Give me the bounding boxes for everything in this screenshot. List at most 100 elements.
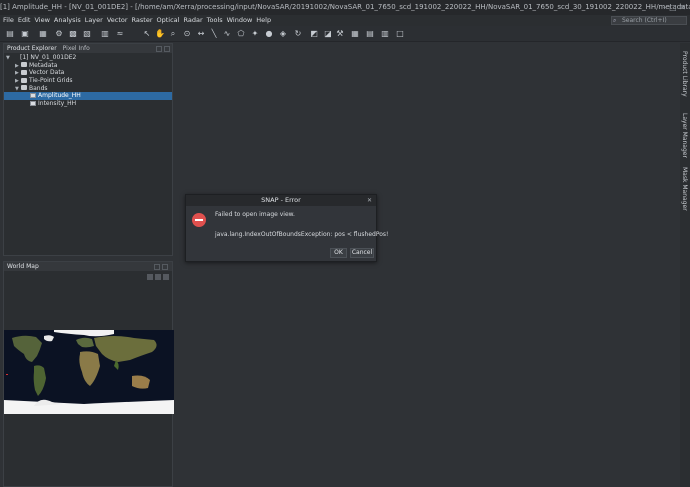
pan-icon[interactable]: ✋ bbox=[155, 29, 165, 39]
folder-icon bbox=[21, 77, 27, 83]
folder-icon bbox=[21, 69, 27, 75]
product-tree: ▼ [1] NV_01_001DE2 ▶ Metadata ▶ Vector Data ▶ T… bbox=[4, 53, 172, 108]
product-icon bbox=[12, 55, 18, 60]
window-controls[interactable]: – □ ✕ bbox=[663, 0, 686, 15]
dialog-title-bar: SNAP - Error ✕ bbox=[186, 195, 376, 206]
map-pan-icon[interactable] bbox=[163, 274, 169, 280]
menu-vector[interactable]: Vector bbox=[107, 15, 128, 26]
zoom-all-icon[interactable] bbox=[147, 274, 153, 280]
world-map-image[interactable] bbox=[4, 330, 174, 414]
zoom-selected-icon[interactable] bbox=[155, 274, 161, 280]
tab-world-map[interactable]: World Map bbox=[4, 262, 172, 271]
dialog-close-icon[interactable]: ✕ bbox=[367, 195, 372, 206]
world-map-panel: World Map bbox=[3, 261, 174, 487]
tile-single-icon[interactable]: □ bbox=[395, 29, 405, 39]
pointer-icon[interactable]: ↖ bbox=[142, 29, 152, 39]
layers-icon[interactable]: ◈ bbox=[278, 29, 288, 39]
main-toolbar: ▤ ▣ ▦ ⚙ ▩ ▧ ▥ ≈ ↖ ✋ ⌕ ⊙ ↔ ╲ ∿ ⬠ ✦ ● ◈ ↻ ◩ ◪ ⚒ ▦ ▤ ▥ □ bbox=[0, 26, 690, 42]
tree-node-label: Tie-Point Grids bbox=[29, 77, 73, 85]
graph-builder-icon[interactable]: ⚙ bbox=[54, 29, 64, 39]
panel-controls[interactable] bbox=[156, 44, 172, 53]
product-explorer-panel: Product Explorer Pixel Info ▼ [1] NV_01_0… bbox=[3, 43, 173, 256]
menu-analysis[interactable]: Analysis bbox=[54, 15, 81, 26]
cancel-button[interactable]: Cancel bbox=[350, 248, 374, 258]
menu-edit[interactable]: Edit bbox=[18, 15, 31, 26]
wrench-icon[interactable]: ⚒ bbox=[335, 29, 345, 39]
menu-tools[interactable]: Tools bbox=[207, 15, 223, 26]
menu-help[interactable]: Help bbox=[256, 15, 271, 26]
tab-product-explorer[interactable]: Product Explorer bbox=[4, 44, 60, 53]
gpf-icon[interactable]: ▧ bbox=[82, 29, 92, 39]
draw-polygon-icon[interactable]: ⬠ bbox=[236, 29, 246, 39]
search-placeholder: Search (Ctrl+I) bbox=[622, 17, 667, 24]
window-title: [1] Amplitude_HH - [NV_01_001DE2] - [/ho… bbox=[0, 3, 690, 11]
menu-layer[interactable]: Layer bbox=[85, 15, 103, 26]
zoom-icon[interactable]: ⌕ bbox=[168, 29, 178, 39]
tree-node-label: Amplitude_HH bbox=[38, 92, 81, 100]
error-detail: java.lang.IndexOutOfBoundsException: pos… bbox=[215, 231, 389, 238]
menu-view[interactable]: View bbox=[34, 15, 49, 26]
panel-tabs: Product Explorer Pixel Info bbox=[4, 44, 172, 53]
tree-node-label: [1] NV_01_001DE2 bbox=[20, 54, 77, 61]
minimize-panel-icon[interactable] bbox=[156, 45, 162, 52]
tree-node-label: Bands bbox=[29, 84, 48, 92]
error-message: Failed to open image view. bbox=[215, 211, 295, 218]
tool-b-icon[interactable]: ◪ bbox=[323, 29, 333, 39]
tree-node-label: Intensity_HH bbox=[38, 100, 77, 108]
map-tools bbox=[147, 274, 169, 280]
sync-icon[interactable]: ↻ bbox=[293, 29, 303, 39]
menu-file[interactable]: File bbox=[3, 15, 14, 26]
tab-mask-manager[interactable]: Mask Manager bbox=[681, 167, 688, 211]
open-folder-icon[interactable]: ▣ bbox=[20, 29, 30, 39]
dialog-title: SNAP - Error bbox=[261, 196, 301, 204]
save-icon[interactable]: ▦ bbox=[38, 29, 48, 39]
folder-icon bbox=[21, 85, 27, 91]
open-product-icon[interactable]: ▤ bbox=[5, 29, 15, 39]
world-map-tab-label: World Map bbox=[7, 263, 39, 270]
world-icon[interactable]: ● bbox=[264, 29, 274, 39]
search-input[interactable]: ⌕ Search (Ctrl+I) bbox=[611, 16, 687, 25]
tree-node[interactable]: ▼ [1] NV_01_001DE2 bbox=[4, 54, 172, 62]
menu-radar[interactable]: Radar bbox=[183, 15, 202, 26]
bands-icon[interactable]: ▥ bbox=[100, 29, 110, 39]
tab-layer-manager[interactable]: Layer Manager bbox=[681, 113, 688, 158]
tab-pixel-info[interactable]: Pixel Info bbox=[60, 44, 93, 53]
ok-button[interactable]: OK bbox=[330, 248, 347, 258]
magic-wand-icon[interactable]: ✦ bbox=[250, 29, 260, 39]
menu-window[interactable]: Window bbox=[227, 15, 253, 26]
tree-node[interactable]: Amplitude_HH bbox=[4, 92, 172, 101]
menu-raster[interactable]: Raster bbox=[132, 15, 153, 26]
window-title-bar: [1] Amplitude_HH - [NV_01_001DE2] - [/ho… bbox=[0, 0, 690, 15]
tree-node[interactable]: Intensity_HH bbox=[4, 100, 172, 108]
search-icon: ⌕ bbox=[613, 17, 617, 24]
tree-node[interactable]: ▶ Metadata bbox=[4, 62, 172, 70]
menu-bar: File Edit View Analysis Layer Vector Raster Opt… bbox=[0, 15, 690, 26]
tree-node-label: Metadata bbox=[29, 61, 58, 69]
tree-node[interactable]: ▼ Bands bbox=[4, 85, 172, 93]
error-dialog: SNAP - Error ✕ Failed to open image view… bbox=[185, 194, 388, 262]
spectrum-icon[interactable]: ≈ bbox=[115, 29, 125, 39]
right-side-tabs: Product Library Layer Manager Mask Manag… bbox=[680, 43, 690, 487]
tile-horizontal-icon[interactable]: ▤ bbox=[365, 29, 375, 39]
menu-items: File Edit View Analysis Layer Vector Raster Opt… bbox=[3, 15, 271, 26]
batch-icon[interactable]: ▩ bbox=[68, 29, 78, 39]
minimize-panel-icon[interactable] bbox=[154, 263, 160, 270]
menu-optical[interactable]: Optical bbox=[157, 15, 180, 26]
folder-icon bbox=[21, 62, 27, 68]
range-finder-icon[interactable]: ↔ bbox=[196, 29, 206, 39]
band-icon bbox=[30, 92, 36, 98]
tab-product-library[interactable]: Product Library bbox=[681, 51, 688, 97]
tree-node-label: Vector Data bbox=[29, 69, 65, 77]
tool-a-icon[interactable]: ◩ bbox=[309, 29, 319, 39]
error-icon bbox=[192, 213, 206, 227]
tile-vertical-icon[interactable]: ▥ bbox=[380, 29, 390, 39]
tree-node[interactable]: ▶ Vector Data bbox=[4, 69, 172, 77]
draw-polyline-icon[interactable]: ∿ bbox=[222, 29, 232, 39]
maximize-panel-icon[interactable] bbox=[164, 45, 170, 52]
draw-line-icon[interactable]: ╲ bbox=[209, 29, 219, 39]
pixel-info-icon[interactable]: ⊙ bbox=[182, 29, 192, 39]
tree-node[interactable]: ▶ Tie-Point Grids bbox=[4, 77, 172, 85]
panel-controls[interactable] bbox=[154, 262, 170, 270]
tile-even-icon[interactable]: ▦ bbox=[350, 29, 360, 39]
maximize-panel-icon[interactable] bbox=[162, 263, 168, 270]
